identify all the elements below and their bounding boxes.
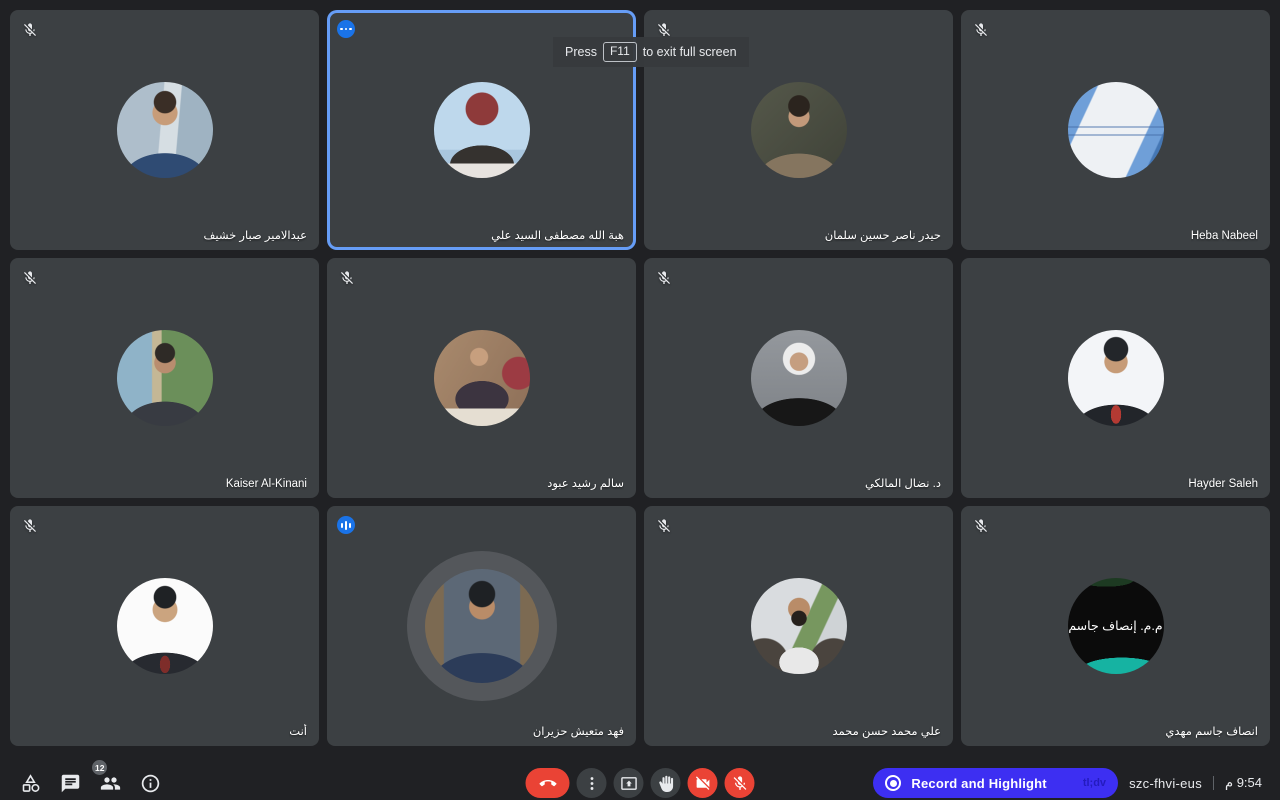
mic-off-icon	[20, 516, 40, 536]
more-vertical-icon	[583, 775, 600, 792]
avatar-ring	[751, 330, 847, 426]
camera-off-button[interactable]	[688, 768, 718, 798]
participant-tile-self[interactable]: أنت	[10, 506, 319, 746]
avatar-caption: م.م. إنصاف جاسم	[1068, 619, 1162, 634]
participant-tile[interactable]: Hayder Saleh	[961, 258, 1270, 498]
meeting-code: szc-fhvi-eus	[1129, 776, 1202, 791]
participant-name: حيدر ناصر حسين سلمان	[825, 228, 941, 242]
mic-off-icon	[337, 268, 357, 288]
clock: 9:54 م	[1225, 775, 1262, 791]
participant-name: فهد متعيش حزيران	[533, 724, 624, 738]
participant-avatar	[1068, 82, 1164, 178]
mic-off-icon	[971, 516, 991, 536]
people-button[interactable]: 12	[96, 769, 124, 797]
chat-icon	[60, 773, 81, 794]
record-button[interactable]: Record and Highlight tl;dv	[873, 768, 1118, 798]
record-label: Record and Highlight	[911, 776, 1046, 791]
tldv-brand-label: tl;dv	[1083, 777, 1106, 789]
f11-keycap: F11	[603, 42, 637, 62]
participant-avatar	[425, 569, 539, 683]
participant-tile[interactable]: Heba Nabeel	[961, 10, 1270, 250]
participant-avatar	[117, 578, 213, 674]
participant-avatar	[434, 82, 530, 178]
participant-avatar	[751, 330, 847, 426]
left-controls: 12	[16, 769, 164, 797]
participant-avatar	[751, 82, 847, 178]
participant-avatar	[751, 578, 847, 674]
participant-tile[interactable]: فهد متعيش حزيران	[327, 506, 636, 746]
fullscreen-tooltip: Press F11 to exit full screen	[553, 37, 749, 67]
participant-name: سالم رشيد عبود	[547, 476, 624, 490]
participant-name: د. نضال المالكي	[865, 476, 941, 490]
avatar-ring	[1068, 330, 1164, 426]
info-button[interactable]	[136, 769, 164, 797]
participant-avatar	[117, 82, 213, 178]
participant-name: هبة الله مصطفى السيد علي	[491, 228, 624, 242]
participant-name: عبدالامير صبار خشيف	[203, 228, 307, 242]
mic-off-icon	[20, 268, 40, 288]
tooltip-suffix: to exit full screen	[643, 45, 737, 59]
mic-off-icon	[654, 268, 674, 288]
avatar-ring	[1068, 82, 1164, 178]
call-controls	[526, 768, 755, 798]
tile-options-button[interactable]	[337, 20, 355, 38]
raise-hand-button[interactable]	[651, 768, 681, 798]
participant-avatar: م.م. إنصاف جاسم	[1068, 578, 1164, 674]
divider	[1213, 776, 1214, 790]
participant-name: علي محمد حسن محمد	[833, 724, 942, 738]
record-icon	[885, 775, 901, 791]
more-options-button[interactable]	[577, 768, 607, 798]
avatar-ring	[117, 330, 213, 426]
info-icon	[140, 773, 161, 794]
speaking-indicator-icon	[337, 516, 355, 534]
participant-tile[interactable]: Kaiser Al-Kinani	[10, 258, 319, 498]
right-controls: Record and Highlight tl;dv szc-fhvi-eus …	[873, 768, 1262, 798]
mic-off-button[interactable]	[725, 768, 755, 798]
activities-button[interactable]	[16, 769, 44, 797]
bottom-toolbar: 12	[0, 756, 1280, 800]
avatar-ring	[434, 330, 530, 426]
participant-name: انصاف جاسم مهدي	[1165, 724, 1258, 738]
camera-off-icon	[694, 775, 711, 792]
raise-hand-icon	[657, 775, 674, 792]
people-icon	[100, 773, 121, 794]
participant-name: Heba Nabeel	[1191, 230, 1258, 242]
mic-off-icon	[971, 20, 991, 40]
mic-off-icon	[20, 20, 40, 40]
participant-avatar	[434, 330, 530, 426]
participant-name: Kaiser Al-Kinani	[226, 478, 307, 490]
avatar-ring	[434, 82, 530, 178]
tooltip-prefix: Press	[565, 45, 597, 59]
call-end-icon	[539, 775, 556, 792]
participant-grid: عبدالامير صبار خشيف هبة الله مصطفى السيد…	[10, 10, 1270, 746]
chat-button[interactable]	[56, 769, 84, 797]
participant-tile[interactable]: عبدالامير صبار خشيف	[10, 10, 319, 250]
avatar-ring: م.م. إنصاف جاسم	[1068, 578, 1164, 674]
participant-tile[interactable]: م.م. إنصاف جاسم انصاف جاسم مهدي	[961, 506, 1270, 746]
mic-off-icon	[654, 516, 674, 536]
avatar-ring	[407, 551, 557, 701]
participant-name: Hayder Saleh	[1188, 478, 1258, 490]
participant-tile[interactable]: علي محمد حسن محمد	[644, 506, 953, 746]
participant-tile[interactable]: د. نضال المالكي	[644, 258, 953, 498]
end-call-button[interactable]	[526, 768, 570, 798]
avatar-ring	[751, 578, 847, 674]
meeting-stage: عبدالامير صبار خشيف هبة الله مصطفى السيد…	[0, 10, 1280, 756]
avatar-ring	[117, 578, 213, 674]
mic-off-control-icon	[731, 775, 748, 792]
avatar-ring	[117, 82, 213, 178]
present-screen-icon	[620, 775, 637, 792]
avatar-ring	[751, 82, 847, 178]
participant-avatar	[117, 330, 213, 426]
participant-name: أنت	[289, 724, 307, 738]
activities-shapes-icon	[20, 773, 41, 794]
present-screen-button[interactable]	[614, 768, 644, 798]
participant-avatar	[1068, 330, 1164, 426]
participant-tile[interactable]: سالم رشيد عبود	[327, 258, 636, 498]
